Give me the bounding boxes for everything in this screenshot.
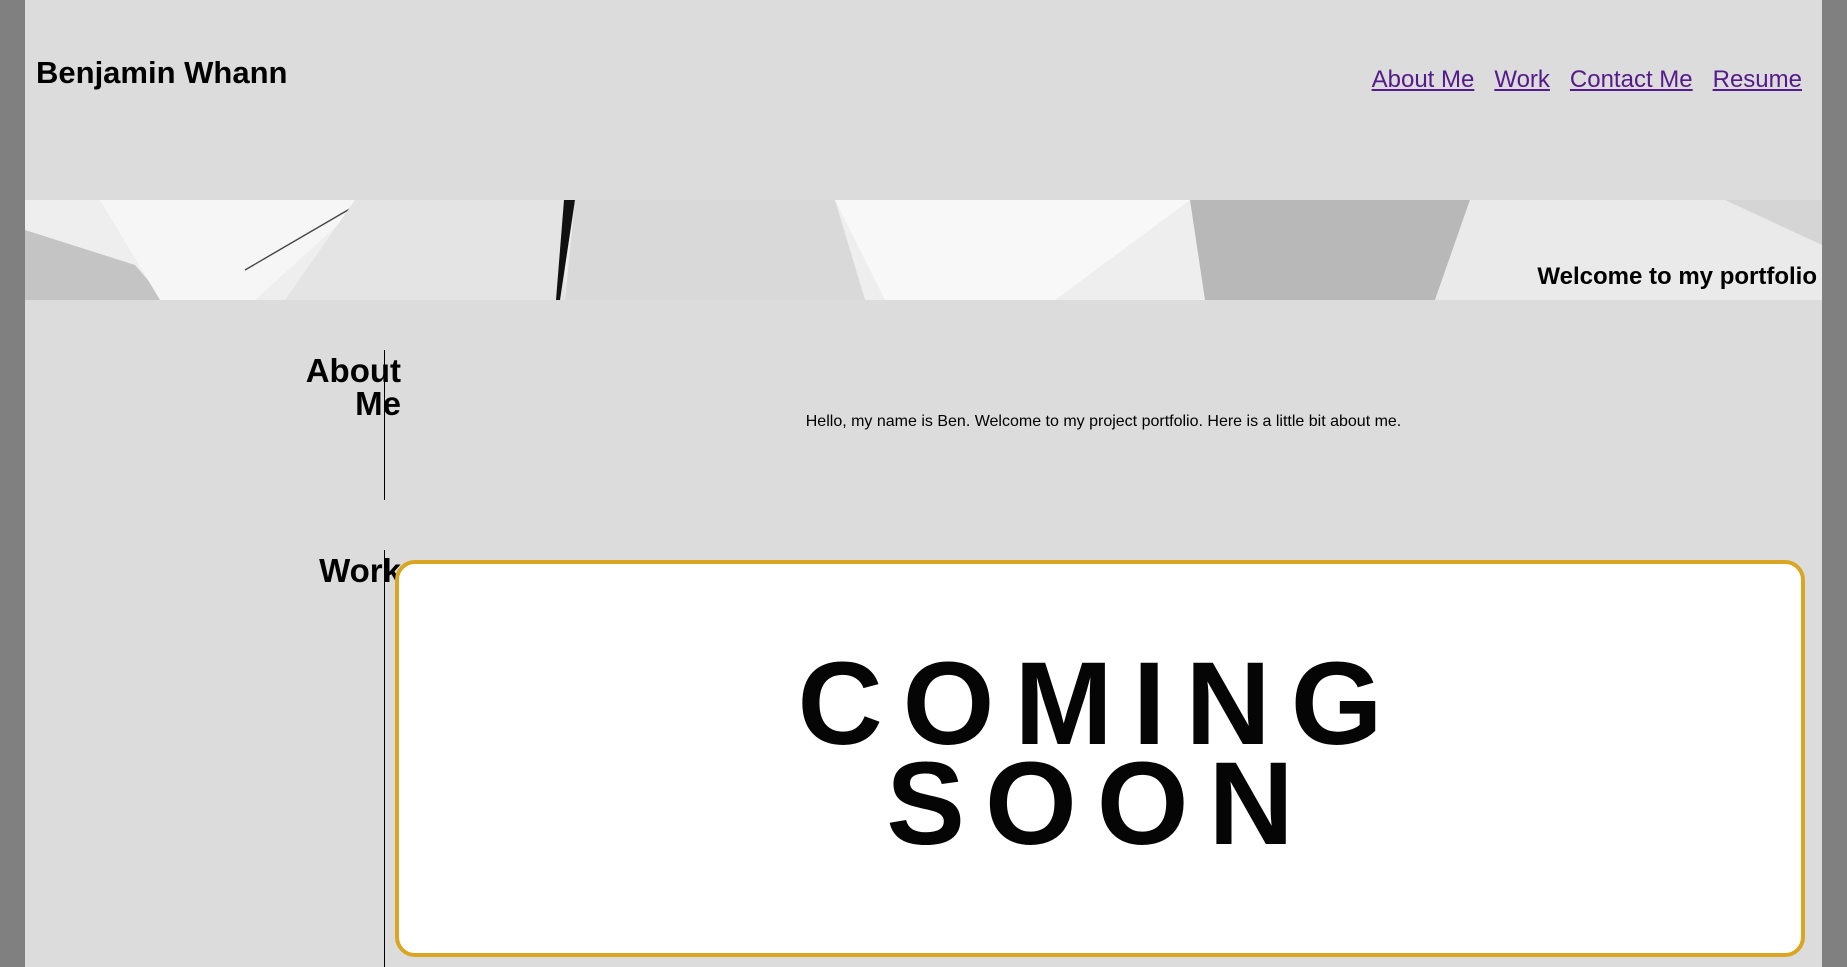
work-divider	[384, 550, 385, 967]
work-card: COMING SOON	[395, 560, 1805, 957]
nav-link-contact-me[interactable]: Contact Me	[1570, 66, 1693, 94]
nav-link-resume[interactable]: Resume	[1713, 66, 1802, 94]
hero-banner: Welcome to my portfolio	[25, 200, 1822, 300]
site-name: Benjamin Whann	[36, 55, 288, 90]
work-section-title: Work	[319, 552, 401, 589]
page: Benjamin Whann About Me Work Contact Me …	[25, 0, 1822, 967]
nav-link-work[interactable]: Work	[1494, 66, 1550, 94]
about-text: Hello, my name is Ben. Welcome to my pro…	[805, 413, 1402, 430]
nav-link-about-me[interactable]: About Me	[1372, 66, 1475, 94]
main-nav: About Me Work Contact Me Resume	[1372, 66, 1802, 94]
site-header: Benjamin Whann About Me Work Contact Me …	[25, 0, 1822, 200]
hero-caption: Welcome to my portfolio	[1537, 263, 1817, 290]
coming-soon-image: COMING SOON	[797, 638, 1382, 870]
about-section-title: About Me	[305, 352, 401, 422]
coming-soon-line-2: SOON	[886, 738, 1314, 870]
